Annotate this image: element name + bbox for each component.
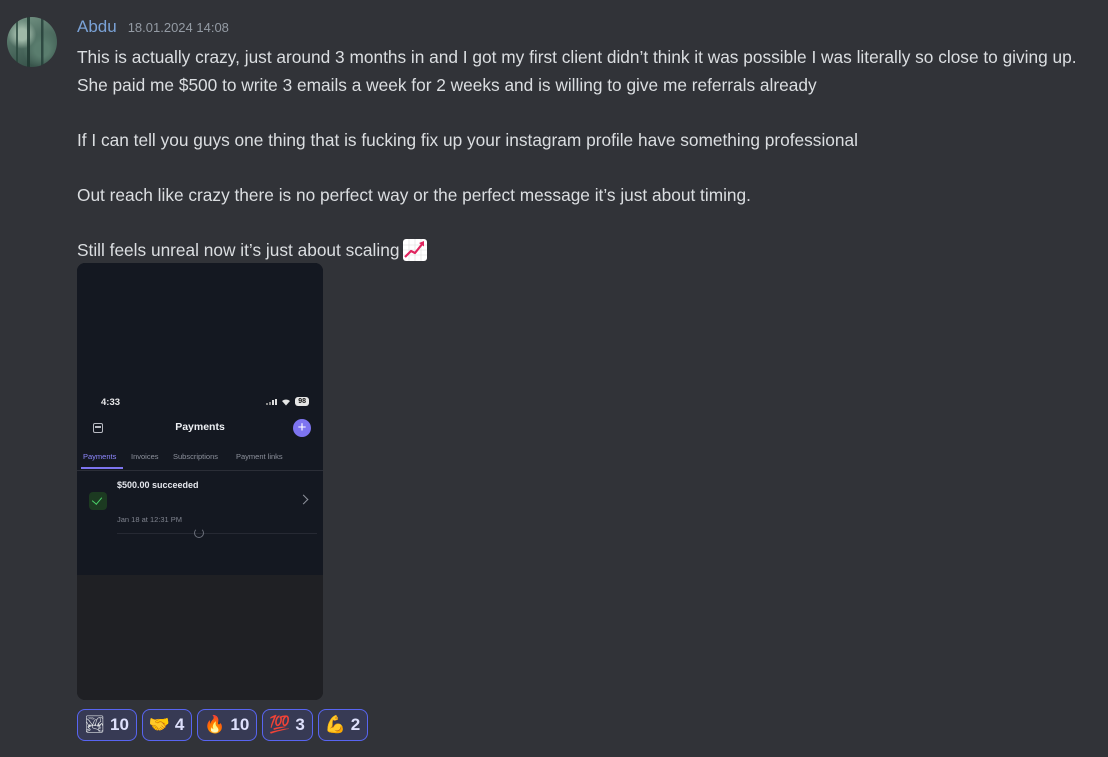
hundred-emoji-icon: 💯 (269, 715, 291, 734)
tab-invoices: Invoices (131, 452, 159, 461)
message-paragraph-last: Still feels unreal now it’s just about s… (77, 237, 1102, 265)
phone-page-title: Payments (175, 421, 225, 433)
phone-screen-lower (77, 575, 323, 700)
message-paragraph: Out reach like crazy there is no perfect… (77, 184, 751, 205)
reaction-count: 2 (350, 715, 361, 734)
signal-icon (266, 398, 278, 405)
payment-amount: $500.00 succeeded (117, 480, 199, 490)
reaction-count: 10 (110, 715, 129, 734)
reaction-fire[interactable]: 🔥 10 (197, 709, 258, 741)
loading-spinner-icon (194, 528, 204, 538)
divider (117, 533, 317, 534)
status-time: 4:33 (101, 397, 121, 408)
author-name[interactable]: Abdu (77, 17, 117, 37)
message-paragraph: This is actually crazy, just around 3 mo… (77, 47, 1077, 95)
message-paragraph: If I can tell you guys one thing that is… (77, 129, 858, 150)
tab-payments: Payments (83, 452, 117, 461)
image-attachment[interactable]: 4:33 98 Payments + Payments Invoices Sub… (77, 263, 323, 700)
reactions-bar: 🏞 10 🤝 4 🔥 10 💯 3 💪 2 (77, 709, 369, 741)
plus-icon: + (293, 419, 311, 437)
payment-date: Jan 18 at 12:31 PM (117, 515, 183, 524)
tab-subscriptions: Subscriptions (173, 452, 219, 461)
status-icons: 98 (266, 397, 309, 406)
reaction-hundred[interactable]: 💯 3 (262, 709, 313, 741)
battery-icon: 98 (295, 397, 309, 406)
active-tab-underline (81, 467, 123, 469)
reaction-scenery[interactable]: 🏞 10 (77, 709, 137, 741)
message-timestamp: 18.01.2024 14:08 (127, 20, 229, 35)
chart-increasing-icon (403, 238, 428, 261)
message-paragraph-text: Still feels unreal now it’s just about s… (77, 239, 400, 260)
reaction-count: 3 (295, 715, 305, 734)
phone-tabs: Payments Invoices Subscriptions Payment … (77, 450, 323, 471)
reaction-handshake[interactable]: 🤝 4 (141, 709, 193, 741)
reaction-flexed-biceps[interactable]: 💪 2 (317, 709, 369, 741)
flexed-biceps-emoji-icon: 💪 (324, 715, 346, 734)
reaction-count: 10 (230, 715, 250, 734)
wifi-icon (282, 398, 291, 405)
user-avatar[interactable] (7, 17, 57, 67)
tab-payment-links: Payment links (236, 452, 283, 461)
reaction-count: 4 (174, 715, 185, 734)
message-header: Abdu 18.01.2024 14:08 (77, 17, 229, 37)
checkmark-icon (89, 492, 107, 510)
fire-emoji-icon: 🔥 (204, 715, 226, 734)
message-content: This is actually crazy, just around 3 mo… (77, 44, 1102, 264)
scenery-emoji-icon: 🏞 (84, 715, 106, 734)
handshake-emoji-icon: 🤝 (148, 715, 171, 734)
